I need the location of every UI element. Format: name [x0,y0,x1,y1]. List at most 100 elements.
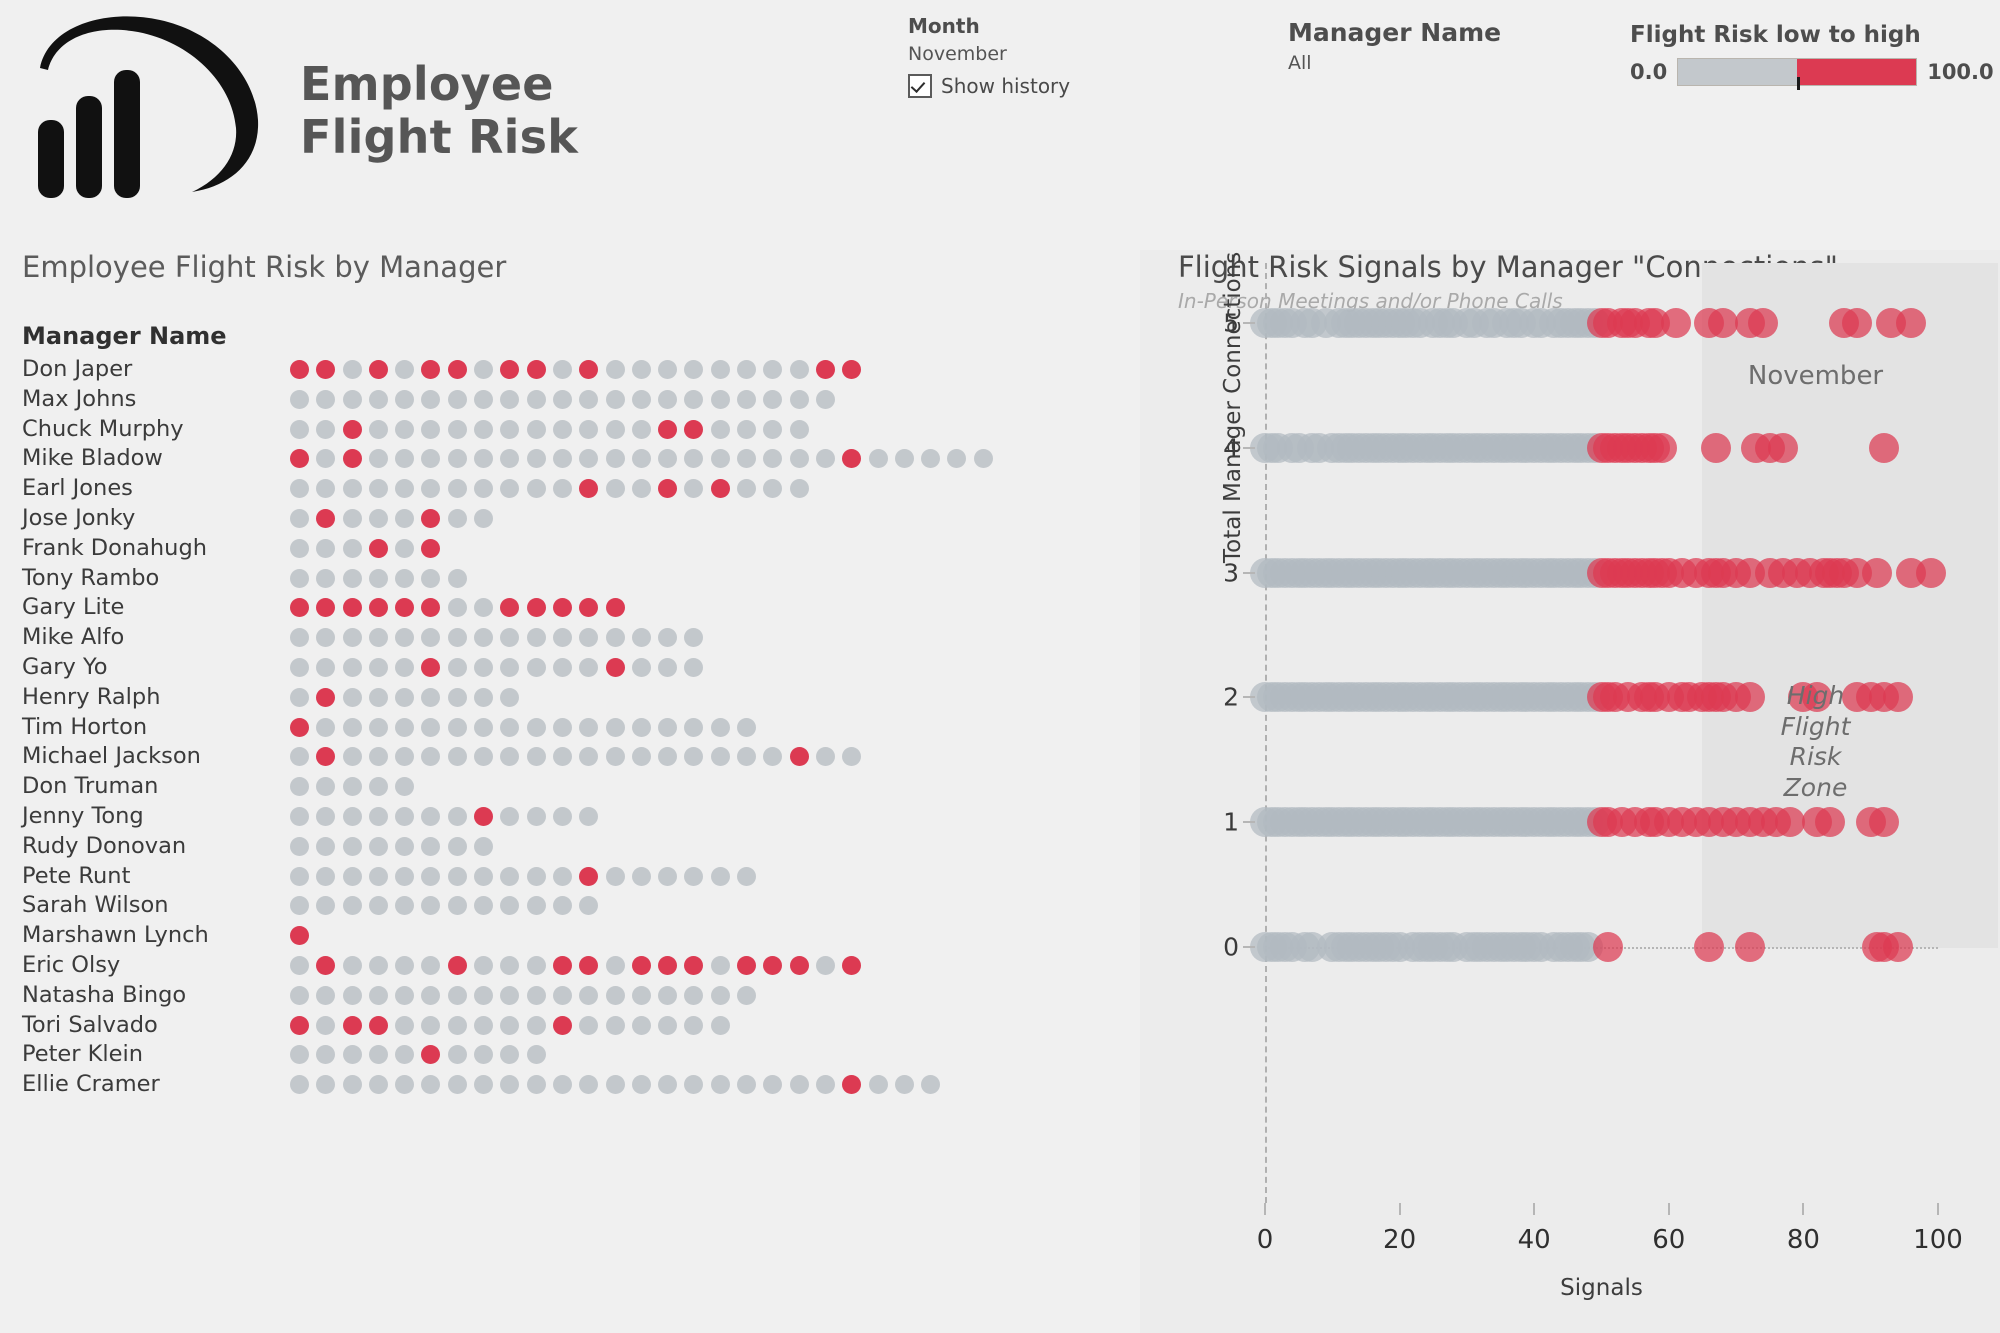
low-risk-employee-dot[interactable] [947,449,967,469]
low-risk-employee-dot[interactable] [526,389,546,409]
high-risk-employee-dot[interactable] [290,717,309,737]
low-risk-employee-dot[interactable] [395,657,415,677]
low-risk-employee-dot[interactable] [631,479,651,499]
low-risk-employee-dot[interactable] [342,836,362,856]
low-risk-employee-dot[interactable] [368,777,388,797]
low-risk-employee-dot[interactable] [474,896,494,916]
table-row[interactable]: Gary Lite [0,594,1140,624]
low-risk-employee-dot[interactable] [737,479,757,499]
low-risk-employee-dot[interactable] [474,449,494,469]
low-risk-employee-dot[interactable] [605,628,625,648]
low-risk-employee-dot[interactable] [447,419,467,439]
high-risk-signal-point[interactable] [1862,557,1893,588]
high-risk-employee-dot[interactable] [316,955,336,975]
low-risk-employee-dot[interactable] [290,538,309,558]
show-history-checkbox[interactable]: Show history [908,74,1070,98]
high-risk-employee-dot[interactable] [290,1015,309,1035]
low-risk-employee-dot[interactable] [342,568,362,588]
low-risk-employee-dot[interactable] [605,1075,625,1095]
low-risk-employee-dot[interactable] [658,747,678,767]
low-risk-employee-dot[interactable] [552,628,572,648]
low-risk-employee-dot[interactable] [342,360,362,379]
high-risk-signal-point[interactable] [1842,308,1873,338]
low-risk-employee-dot[interactable] [395,777,415,797]
low-risk-employee-dot[interactable] [290,836,309,856]
high-risk-signal-point[interactable] [1694,932,1725,962]
low-risk-employee-dot[interactable] [658,1075,678,1095]
low-risk-employee-dot[interactable] [526,628,546,648]
manager-name-filter[interactable]: Manager Name All [1288,18,1501,74]
high-risk-signal-point[interactable] [1734,932,1765,962]
high-risk-employee-dot[interactable] [631,955,651,975]
low-risk-employee-dot[interactable] [290,866,309,886]
low-risk-employee-dot[interactable] [368,419,388,439]
low-risk-employee-dot[interactable] [395,360,415,379]
low-risk-employee-dot[interactable] [763,419,783,439]
low-risk-employee-dot[interactable] [290,896,309,916]
low-risk-employee-dot[interactable] [737,449,757,469]
table-row[interactable]: Ellie Cramer [0,1071,1140,1101]
low-risk-employee-dot[interactable] [631,360,651,379]
low-risk-employee-dot[interactable] [868,1075,888,1095]
low-risk-employee-dot[interactable] [605,717,625,737]
low-risk-employee-dot[interactable] [710,389,730,409]
low-risk-employee-dot[interactable] [763,389,783,409]
low-risk-employee-dot[interactable] [474,836,494,856]
table-row[interactable]: Peter Klein [0,1041,1140,1071]
low-risk-employee-dot[interactable] [368,836,388,856]
low-risk-employee-dot[interactable] [368,955,388,975]
low-risk-employee-dot[interactable] [579,717,599,737]
low-risk-employee-dot[interactable] [658,657,678,677]
low-risk-employee-dot[interactable] [474,508,494,528]
high-risk-signal-point[interactable] [1768,432,1799,463]
low-risk-employee-dot[interactable] [290,955,309,975]
low-risk-employee-dot[interactable] [395,866,415,886]
low-risk-employee-dot[interactable] [763,360,783,379]
low-risk-employee-dot[interactable] [368,389,388,409]
high-risk-employee-dot[interactable] [368,538,388,558]
high-risk-employee-dot[interactable] [368,598,388,618]
low-risk-employee-dot[interactable] [552,717,572,737]
high-risk-employee-dot[interactable] [684,955,704,975]
low-risk-employee-dot[interactable] [316,985,336,1005]
low-risk-employee-dot[interactable] [579,419,599,439]
low-risk-employee-dot[interactable] [395,538,415,558]
table-row[interactable]: Mike Bladow [0,445,1140,475]
high-risk-employee-dot[interactable] [421,538,441,558]
low-risk-employee-dot[interactable] [737,717,757,737]
low-risk-employee-dot[interactable] [368,896,388,916]
low-risk-employee-dot[interactable] [737,747,757,767]
table-row[interactable]: Henry Ralph [0,684,1140,714]
table-row[interactable]: Pete Runt [0,863,1140,893]
low-risk-employee-dot[interactable] [579,985,599,1005]
high-risk-employee-dot[interactable] [842,449,862,469]
low-risk-employee-dot[interactable] [526,717,546,737]
low-risk-employee-dot[interactable] [316,1015,336,1035]
low-risk-employee-dot[interactable] [631,628,651,648]
table-row[interactable]: Mike Alfo [0,624,1140,654]
low-risk-employee-dot[interactable] [368,747,388,767]
low-risk-employee-dot[interactable] [789,449,809,469]
high-risk-signal-point[interactable] [1882,682,1913,713]
table-row[interactable]: Michael Jackson [0,743,1140,773]
low-risk-employee-dot[interactable] [368,449,388,469]
low-risk-employee-dot[interactable] [395,479,415,499]
low-risk-employee-dot[interactable] [658,449,678,469]
low-risk-employee-dot[interactable] [421,896,441,916]
high-risk-employee-dot[interactable] [579,866,599,886]
low-risk-employee-dot[interactable] [316,836,336,856]
high-risk-employee-dot[interactable] [605,657,625,677]
low-risk-employee-dot[interactable] [684,479,704,499]
low-risk-employee-dot[interactable] [395,896,415,916]
low-risk-employee-dot[interactable] [710,985,730,1005]
low-risk-employee-dot[interactable] [605,747,625,767]
low-risk-employee-dot[interactable] [447,479,467,499]
low-risk-employee-dot[interactable] [421,449,441,469]
low-risk-employee-dot[interactable] [658,985,678,1005]
low-risk-employee-dot[interactable] [526,479,546,499]
low-risk-employee-dot[interactable] [368,479,388,499]
low-risk-employee-dot[interactable] [658,360,678,379]
low-risk-employee-dot[interactable] [526,866,546,886]
low-risk-employee-dot[interactable] [395,508,415,528]
low-risk-employee-dot[interactable] [737,389,757,409]
